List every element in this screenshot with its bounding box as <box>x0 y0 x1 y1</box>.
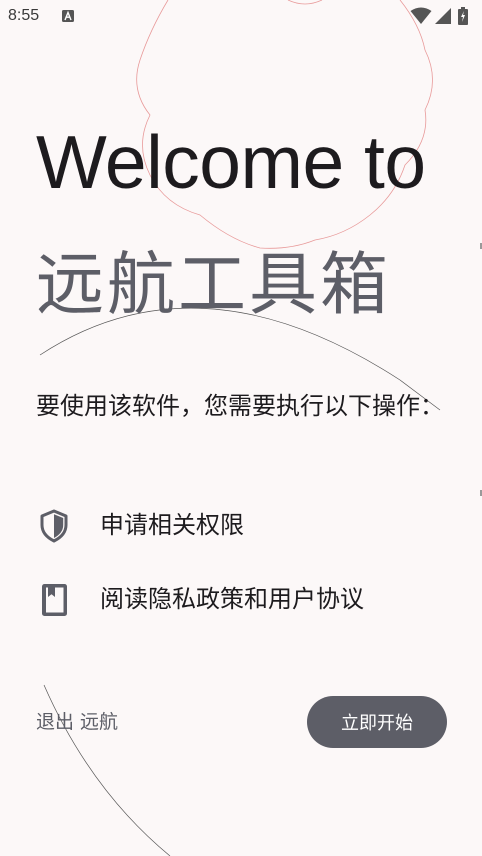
start-now-button[interactable]: 立即开始 <box>307 696 447 748</box>
requirement-permissions: 申请相关权限 <box>36 504 446 544</box>
a-badge-icon <box>62 10 74 22</box>
bookmark-book-icon <box>42 584 67 616</box>
wifi-icon <box>410 7 432 24</box>
status-time: 8:55 <box>8 7 40 24</box>
battery-charging-icon <box>458 7 468 25</box>
status-icons <box>410 7 474 27</box>
instructions-text: 要使用该软件，您需要执行以下操作： <box>36 392 444 420</box>
requirement-label: 阅读隐私政策和用户协议 <box>100 585 364 613</box>
welcome-screen: 8:55 Welcome to 远航工具箱 要使用该软件，您需要执行以下操作： <box>0 0 482 856</box>
requirement-privacy-policy: 阅读隐私政策和用户协议 <box>36 578 446 618</box>
status-bar: 8:55 <box>0 0 482 34</box>
welcome-title: Welcome to <box>36 120 426 204</box>
exit-button[interactable]: 退出 远航 <box>36 707 118 737</box>
app-name-title: 远航工具箱 <box>36 246 392 325</box>
cell-signal-icon <box>435 8 451 24</box>
requirement-label: 申请相关权限 <box>100 511 244 539</box>
shield-icon <box>40 509 68 543</box>
